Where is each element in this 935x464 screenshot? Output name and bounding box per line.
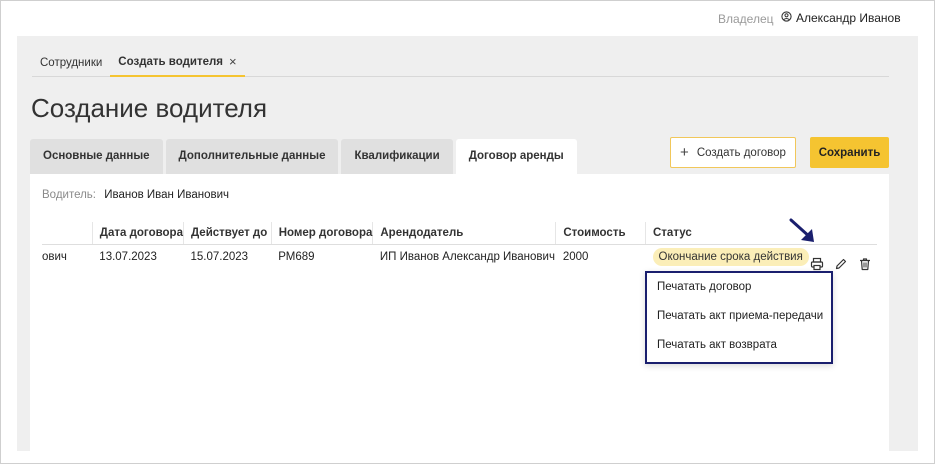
page-tabs: Сотрудники Создать водителя × — [32, 48, 889, 77]
tab-lease-contract[interactable]: Договор аренды — [455, 139, 577, 174]
driver-name: Иванов Иван Иванович — [104, 189, 229, 201]
row-actions — [810, 257, 872, 271]
contracts-table: Дата договора Действует до Номер договор… — [42, 222, 877, 270]
close-icon[interactable]: × — [229, 48, 237, 76]
create-contract-button[interactable]: + Создать договор — [670, 137, 796, 168]
print-icon[interactable] — [810, 257, 824, 271]
create-contract-label: Создать договор — [696, 146, 786, 159]
trash-icon[interactable] — [858, 257, 872, 271]
page-title: Создание водителя — [31, 93, 268, 123]
owner-link[interactable]: Владелец — [718, 12, 774, 26]
tab-qualifications[interactable]: Квалификации — [341, 139, 453, 174]
arrow-icon — [789, 218, 814, 242]
driver-info: Водитель: Иванов Иван Иванович — [42, 189, 229, 201]
tab-create-driver[interactable]: Создать водителя × — [110, 48, 245, 77]
tab-additional-data[interactable]: Дополнительные данные — [165, 139, 339, 174]
tab-employees[interactable]: Сотрудники — [32, 48, 110, 77]
print-dropdown-menu: Печатать договор Печатать акт приема-пер… — [645, 271, 833, 364]
workspace: Сотрудники Создать водителя × Создание в… — [17, 36, 918, 451]
cell-number: РМ689 — [278, 251, 315, 264]
user-menu[interactable]: Александр Иванов — [781, 11, 901, 25]
section-tabs: Основные данные Дополнительные данные Кв… — [30, 139, 577, 174]
edit-icon[interactable] — [834, 257, 848, 271]
user-name: Александр Иванов — [796, 11, 901, 25]
table-row[interactable]: ович 13.07.2023 15.07.2023 РМ689 ИП Иван… — [42, 244, 877, 270]
cell-valid-until: 15.07.2023 — [190, 251, 249, 264]
column-header[interactable]: Статус — [645, 222, 877, 245]
cell-lessor: ИП Иванов Александр Иванович — [379, 251, 555, 264]
column-header[interactable]: Арендодатель — [372, 222, 556, 245]
column-header[interactable]: Номер договора — [270, 222, 373, 245]
cell-date: 13.07.2023 — [99, 251, 157, 264]
menu-item-print-contract[interactable]: Печатать договор — [647, 273, 831, 302]
save-button[interactable]: Сохранить — [810, 137, 889, 168]
tab-label: Сотрудники — [40, 56, 103, 69]
tab-label: Создать водителя — [118, 55, 223, 68]
status-badge: Окончание срока действия — [652, 248, 809, 267]
cell-cost: 2000 — [562, 251, 589, 264]
column-header[interactable]: Дата договора — [91, 222, 184, 245]
column-header[interactable]: Стоимость — [555, 222, 646, 245]
menu-item-print-acceptance-act[interactable]: Печатать акт приема-передачи — [647, 302, 831, 331]
column-header — [42, 222, 93, 245]
cell-name: ович — [42, 251, 67, 264]
user-icon — [781, 11, 792, 25]
column-header[interactable]: Действует до — [182, 222, 272, 245]
menu-item-print-return-act[interactable]: Печатать акт возврата — [647, 331, 831, 360]
table-header-row: Дата договора Действует до Номер договор… — [42, 222, 877, 245]
plus-icon: + — [680, 144, 689, 161]
top-bar: Владелец Александр Иванов — [1, 1, 934, 36]
tab-main-data[interactable]: Основные данные — [30, 139, 163, 174]
driver-label: Водитель: — [42, 189, 96, 201]
